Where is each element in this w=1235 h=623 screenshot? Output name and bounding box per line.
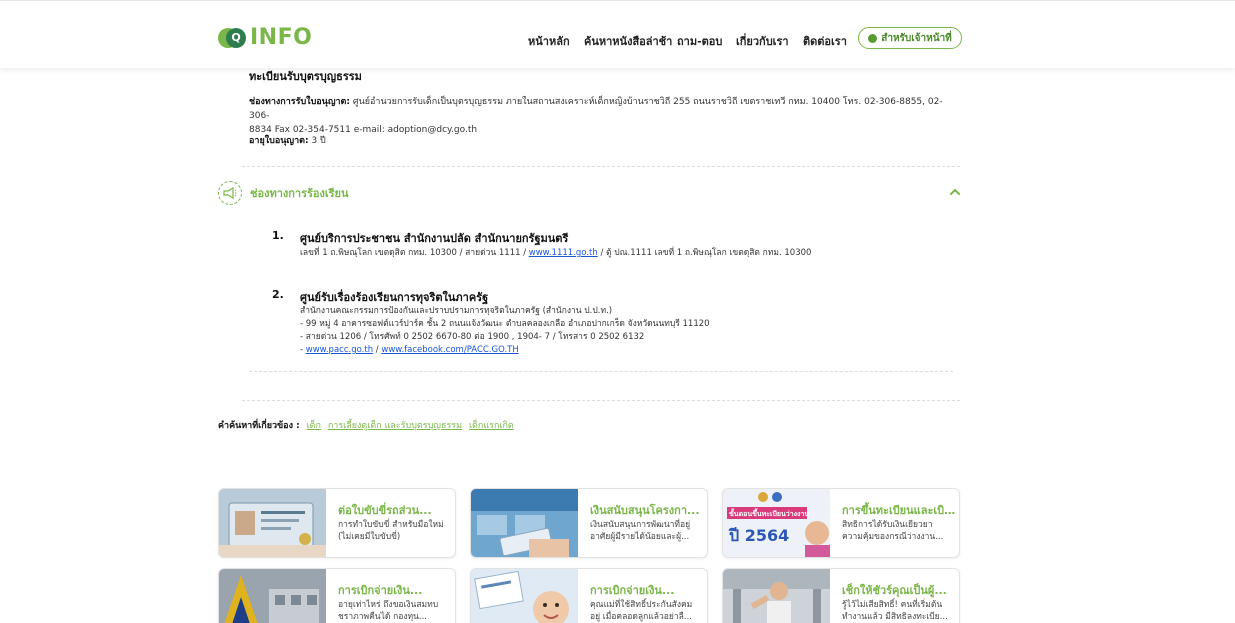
card-title: การเบิกจ่ายเงิน... <box>338 584 423 597</box>
card-desc-line: อาศัยผู้มีรายได้น้อยและผู้... <box>590 532 690 542</box>
article-card[interactable]: การเบิกจ่ายเงิน... คุณแม่ที่ใช้สิทธิ์ประ… <box>470 568 708 623</box>
card-thumbnail <box>219 489 326 557</box>
card-desc-line: คุณแม่ที่ใช้สิทธิ์ประกันสังคม <box>590 600 693 610</box>
card-title: เช็กให้ชัวร์คุณเป็นผู้... <box>842 584 947 597</box>
channel-label: ช่องทางการรับใบอนุญาต: <box>249 97 351 107</box>
item-line-text: เลขที่ 1 ถ.พิษณุโลก เขตดุสิต กทม. 10300 … <box>300 248 529 258</box>
item-title: ศูนย์บริการประชาชน สำนักงานปลัด สำนักนาย… <box>300 232 569 245</box>
complaint-section-header[interactable]: ช่องทางการร้องเรียน <box>218 181 349 205</box>
thumb-year-text: ปี 2564 <box>728 526 790 545</box>
nav-contact[interactable]: ติดต่อเรา <box>803 32 847 50</box>
item-line-text: / ตู้ ปณ.1111 เลขที่ 1 ถ.พิษณุโลก เขตดุส… <box>597 248 812 258</box>
card-description: รู้ไว้ไม่เสียสิทธิ์! คนที่เริ่มต้นทำงานแ… <box>842 599 956 623</box>
article-card[interactable]: การเบิกจ่ายเงิน... อายุเท่าไหร่ ถึงขอเงิ… <box>218 568 456 623</box>
chevron-up-icon[interactable] <box>948 185 962 199</box>
item-number: 2. <box>272 288 284 301</box>
item-line: - www.pacc.go.th / www.facebook.com/PACC… <box>300 345 519 356</box>
logo-mark-icon: Q <box>218 26 246 50</box>
card-title: การเบิกจ่ายเงิน... <box>590 584 675 597</box>
item-title: ศูนย์รับเรื่องร้องเรียนการทุจริตในภาครัฐ <box>300 291 489 304</box>
item-line: เลขที่ 1 ถ.พิษณุโลก เขตดุสิต กทม. 10300 … <box>300 248 811 259</box>
link-pacc[interactable]: www.pacc.go.th <box>306 345 373 355</box>
article-card[interactable]: ต่อใบขับขี่รถส่วน... การทำใบขับขี่ สำหรั… <box>218 488 456 558</box>
card-desc-line: ความคุ้มของกรณีว่างงาน... <box>842 532 944 542</box>
logo-text: INFO <box>250 25 313 50</box>
nav-search-delayed[interactable]: ค้นหาหนังสือล่าช้า <box>584 32 672 50</box>
card-desc-line: สิทธิการได้รับเงินเยียวยา <box>842 520 933 530</box>
link-pacc-facebook[interactable]: www.facebook.com/PACC.GO.TH <box>381 345 518 355</box>
divider <box>242 166 960 167</box>
divider <box>249 371 953 372</box>
item-number: 1. <box>272 229 284 242</box>
card-description: คุณแม่ที่ใช้สิทธิ์ประกันสังคมอยู่ เมื่อค… <box>590 599 704 623</box>
article-card[interactable]: เงินสนับสนุนโครงกา... เงินสนับสนุนการพัฒ… <box>470 488 708 558</box>
megaphone-icon <box>218 181 242 205</box>
top-navbar: Q INFO หน้าหลัก ค้นหาหนังสือล่าช้า ถาม-ต… <box>0 0 1235 68</box>
tag-link[interactable]: การเลี้ยงดูเด็ก และรับบุตรบุญธรรม <box>328 421 462 431</box>
registration-title: ทะเบียนรับบุตรบุญธรรม <box>249 70 362 83</box>
card-desc-line: รู้ไว้ไม่เสียสิทธิ์! คนที่เริ่มต้น <box>842 600 943 610</box>
article-card[interactable]: ขั้นตอนขึ้นทะเบียนว่างงาน ปี 2564 การขึ้… <box>722 488 960 558</box>
card-desc-line: อายุเท่าไหร่ ถึงขอเงินสมทบ <box>338 600 439 610</box>
card-title: เงินสนับสนุนโครงกา... <box>590 504 700 517</box>
card-description: อายุเท่าไหร่ ถึงขอเงินสมทบชราภาพคืนได้ ก… <box>338 599 452 623</box>
card-thumbnail <box>219 569 326 623</box>
link-1111[interactable]: www.1111.go.th <box>529 248 598 258</box>
card-desc-line: อยู่ เมื่อคลอดลูกแล้วอย่าลื... <box>590 612 692 622</box>
item-line: - 99 หมู่ 4 อาคารซอฟต์แวร์ปาร์ค ชั้น 2 ถ… <box>300 319 710 329</box>
validity-label: อายุใบอนุญาต: <box>249 136 309 146</box>
nav-faq[interactable]: ถาม-ตอบ <box>677 32 722 50</box>
card-thumbnail <box>471 489 578 557</box>
channel-text-1: ศูนย์อำนวยการรับเด็กเป็นบุตรบุญธรรม ภายใ… <box>249 97 943 121</box>
site-logo[interactable]: Q INFO <box>218 25 312 50</box>
card-thumbnail: ขั้นตอนขึ้นทะเบียนว่างงาน ปี 2564 <box>723 489 830 557</box>
divider <box>242 400 960 401</box>
validity-value: 3 ปี <box>308 136 326 146</box>
item-line: สำนักงานคณะกรรมการป้องกันและปราบปรามการท… <box>300 306 613 316</box>
related-label: คำค้นหาที่เกี่ยวข้อง : <box>218 421 300 431</box>
card-desc-line: ชราภาพคืนได้ กองทุน... <box>338 612 428 622</box>
staff-button[interactable]: สำหรับเจ้าหน้าที่ <box>858 27 962 49</box>
article-card[interactable]: เช็กให้ชัวร์คุณเป็นผู้... รู้ไว้ไม่เสียส… <box>722 568 960 623</box>
card-desc-line: เงินสนับสนุนการพัฒนาที่อยู่ <box>590 520 691 530</box>
card-thumbnail <box>723 569 830 623</box>
complaint-title: ช่องทางการร้องเรียน <box>250 187 349 200</box>
channel-paragraph: ช่องทางการรับใบอนุญาต: ศูนย์อำนวยการรับเ… <box>249 95 961 137</box>
tag-link[interactable]: เด็ก <box>307 421 321 431</box>
card-desc-line: ทำงานแล้ว มีสิทธิลงทะเบีย... <box>842 612 948 622</box>
validity-paragraph: อายุใบอนุญาต: 3 ปี <box>249 134 326 148</box>
globe-icon <box>868 33 878 43</box>
card-desc-line: การทำใบขับขี่ สำหรับมือใหม่ <box>338 520 444 530</box>
card-title: การขึ้นทะเบียนและเบิ... <box>842 504 956 517</box>
card-description: สิทธิการได้รับเงินเยียวยาความคุ้มของกรณี… <box>842 519 956 543</box>
card-thumbnail <box>471 569 578 623</box>
item-line: - สายด่วน 1206 / โทรศัพท์ 0 2502 6670-80… <box>300 332 645 342</box>
staff-button-label: สำหรับเจ้าหน้าที่ <box>881 32 952 44</box>
tag-link[interactable]: เด็กแรกเกิด <box>469 421 514 431</box>
card-title: ต่อใบขับขี่รถส่วน... <box>338 504 432 517</box>
nav-home[interactable]: หน้าหลัก <box>528 32 570 50</box>
nav-about[interactable]: เกี่ยวกับเรา <box>736 32 789 50</box>
related-keywords: คำค้นหาที่เกี่ยวข้อง : เด็ก การเลี้ยงดูเ… <box>218 418 514 432</box>
card-desc-line: (ไม่เคยมีใบขับขี่) <box>338 532 401 542</box>
card-description: การทำใบขับขี่ สำหรับมือใหม่ (ไม่เคยมีใบขั… <box>338 519 452 543</box>
card-description: เงินสนับสนุนการพัฒนาที่อยู่อาศัยผู้มีราย… <box>590 519 704 543</box>
